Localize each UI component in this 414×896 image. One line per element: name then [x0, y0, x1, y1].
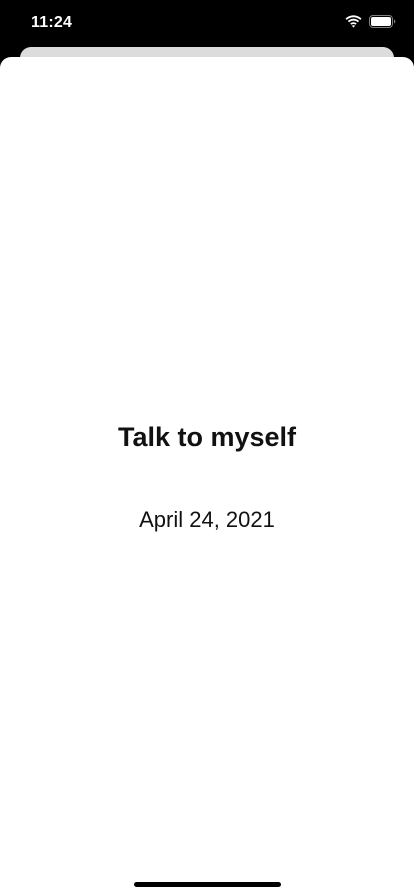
- status-icons: [345, 15, 396, 28]
- wifi-icon: [345, 15, 362, 28]
- screen: 11:24 Talk to myself April 24, 2021: [0, 0, 414, 896]
- status-time: 11:24: [31, 14, 73, 31]
- status-bar: 11:24: [0, 0, 414, 48]
- home-indicator[interactable]: [134, 882, 281, 887]
- entry-date: April 24, 2021: [139, 507, 275, 532]
- page-title: Talk to myself: [117, 422, 297, 452]
- battery-icon: [369, 15, 396, 28]
- modal-sheet: Talk to myself April 24, 2021: [0, 57, 414, 896]
